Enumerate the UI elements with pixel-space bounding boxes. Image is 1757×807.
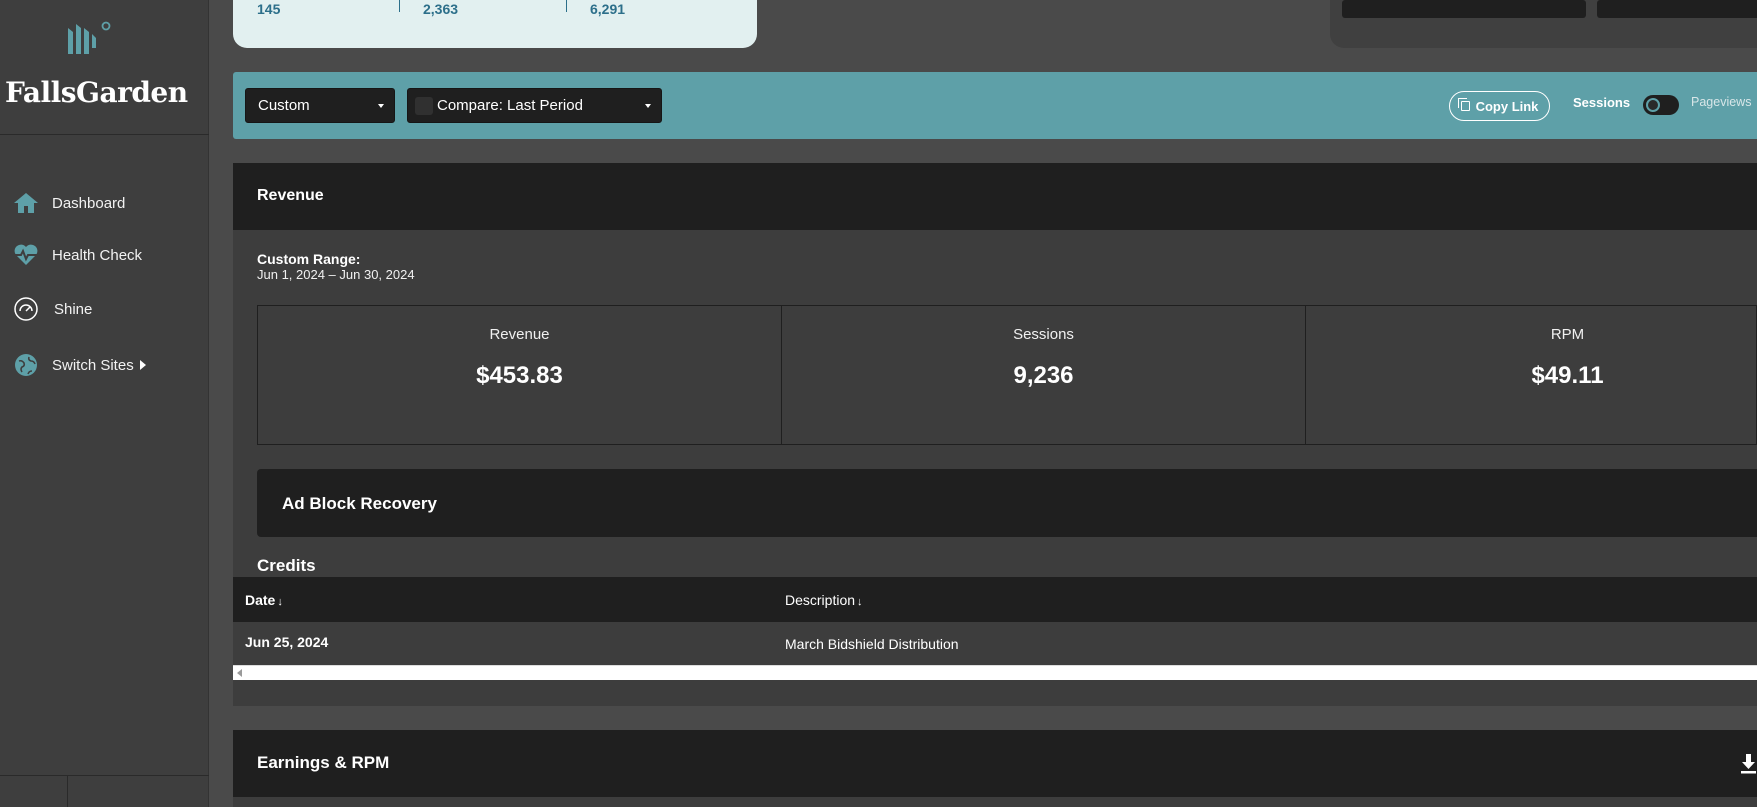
copy-link-label: Copy Link (1475, 98, 1539, 114)
earnings-rpm-header: Earnings & RPM (233, 730, 1757, 797)
sidebar-footer-separator (67, 775, 68, 807)
kpi-sessions: Sessions 9,236 (782, 306, 1306, 444)
home-icon (12, 189, 40, 217)
sidebar-item-switch-sites[interactable]: Switch Sites (12, 350, 146, 380)
globe-icon (12, 351, 40, 379)
revenue-title: Revenue (257, 187, 324, 204)
sidebar-divider (0, 134, 209, 135)
kpi-label: Revenue (489, 326, 550, 343)
sidebar-item-shine[interactable]: Shine (12, 294, 92, 324)
top-stat-value: 2,363 (423, 1, 459, 17)
credits-title: Credits (257, 556, 316, 575)
kpi-label: Sessions (1013, 326, 1074, 343)
copy-icon (1457, 98, 1470, 111)
sort-down-icon: ↓ (277, 596, 283, 608)
copy-link-button[interactable]: Copy Link (1449, 91, 1550, 121)
toggle-label-sessions: Sessions (1573, 95, 1631, 110)
cell-date: Jun 25, 2024 (245, 634, 329, 650)
column-header-description[interactable]: Description ↓ (785, 592, 863, 608)
chevron-down-icon (645, 104, 651, 108)
custom-range-label: Custom Range: (257, 251, 361, 267)
column-header-label: Date (245, 592, 276, 608)
compare-select[interactable]: Compare: Last Period (407, 88, 662, 123)
sidebar: FallsGarden Dashboard Health Check Shine… (0, 0, 209, 807)
top-stat-separator (566, 0, 567, 12)
compare-checkbox[interactable] (415, 96, 433, 115)
date-range-select-value: Custom (258, 97, 310, 114)
table-row: Jun 25, 2024 March Bidshield Distributio… (233, 622, 1757, 665)
logo-icon (68, 21, 111, 54)
revenue-header: Revenue (233, 163, 1757, 230)
kpi-label: RPM (1550, 326, 1585, 343)
gauge-icon (12, 295, 40, 323)
top-stats-card: 145 2,363 6,291 (233, 0, 757, 48)
kpi-revenue: Revenue $453.83 (258, 306, 782, 444)
toggle-label-pageviews: Pageviews (1691, 95, 1752, 109)
top-right-panel (1330, 0, 1757, 48)
credits-table-header: Date ↓ Description ↓ (233, 577, 1757, 622)
sort-down-icon: ↓ (857, 596, 863, 608)
top-stat-value: 6,291 (590, 1, 626, 17)
ad-block-recovery-title: Ad Block Recovery (282, 494, 437, 513)
kpi-rpm: RPM $49.11 (1306, 306, 1757, 444)
sidebar-item-dashboard[interactable]: Dashboard (12, 188, 125, 218)
top-right-block[interactable] (1342, 0, 1586, 18)
scroll-left-icon[interactable] (237, 669, 242, 677)
sessions-pageviews-toggle[interactable] (1643, 95, 1679, 115)
column-header-date[interactable]: Date ↓ (245, 592, 283, 608)
kpi-value: 9,236 (1013, 362, 1074, 389)
kpi-value: $453.83 (476, 362, 563, 389)
sidebar-footer-divider (0, 775, 209, 776)
sidebar-item-label: Dashboard (52, 194, 126, 212)
top-stat-value: 145 (257, 1, 281, 17)
chevron-down-icon (378, 104, 384, 108)
compare-select-value: Compare: Last Period (437, 97, 583, 114)
date-range-select[interactable]: Custom (245, 88, 395, 123)
horizontal-scrollbar[interactable] (233, 665, 1757, 680)
sidebar-item-label: Switch Sites (52, 356, 134, 374)
top-stat-separator (399, 0, 400, 12)
cell-description: March Bidshield Distribution (785, 636, 959, 652)
custom-range-value: Jun 1, 2024 – Jun 30, 2024 (257, 267, 415, 282)
download-icon[interactable] (1740, 752, 1757, 774)
kpi-value: $49.11 (1531, 362, 1604, 389)
top-right-block[interactable] (1597, 0, 1757, 18)
toggle-knob (1646, 98, 1660, 112)
kpi-grid: Revenue $453.83 Sessions 9,236 RPM $49.1… (257, 305, 1757, 445)
brand-name: FallsGarden (5, 76, 188, 109)
column-header-label: Description (785, 592, 856, 608)
caret-right-icon (139, 360, 146, 370)
ad-block-recovery-panel[interactable]: Ad Block Recovery (257, 469, 1757, 537)
earnings-rpm-title: Earnings & RPM (257, 753, 390, 772)
earnings-rpm-body (233, 797, 1757, 807)
sidebar-item-label: Health Check (52, 246, 143, 264)
sidebar-item-health-check[interactable]: Health Check (12, 240, 142, 270)
sidebar-item-label: Shine (54, 300, 93, 318)
heartbeat-icon (12, 241, 40, 269)
